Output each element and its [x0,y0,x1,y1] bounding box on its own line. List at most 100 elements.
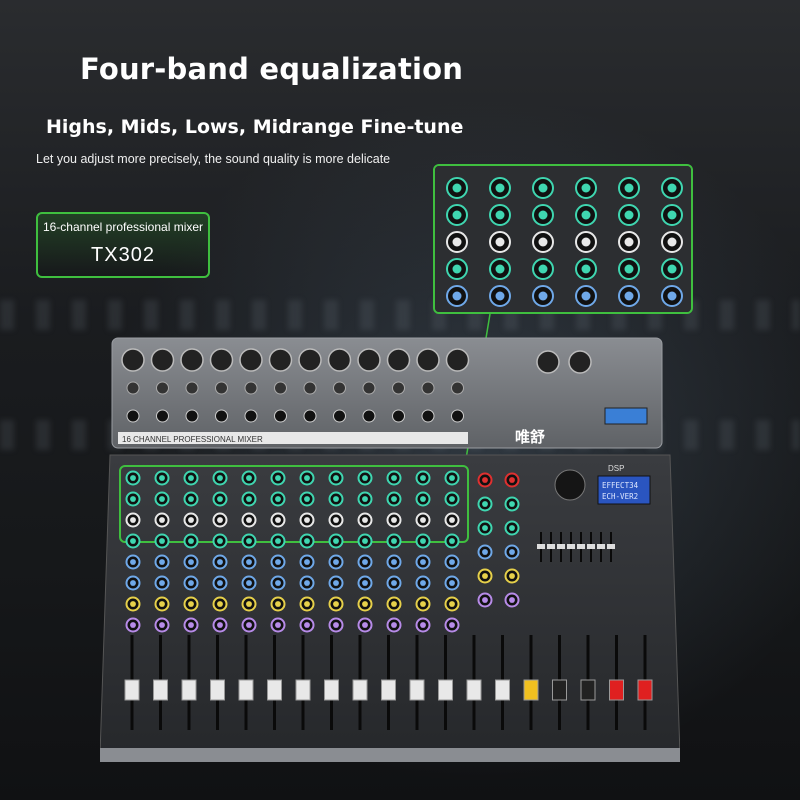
geq-cap [567,544,575,549]
channel-knob-cap [159,622,165,628]
channel-knob-cap [391,580,397,586]
channel-knob-cap [449,580,455,586]
display-line-2: ECH-VER2 [602,492,638,501]
xlr-jack [180,348,204,372]
line-jack [274,381,287,395]
channel-knob-cap [362,559,368,565]
geq-cap [587,544,595,549]
stereo-channel-knob-cap [509,549,515,555]
stereo-channel-knob-cap [509,525,515,531]
line-jack [362,381,376,395]
channel-knob-cap [391,601,397,607]
channel-knob-cap [304,559,310,565]
stereo-channel-knob-cap [509,573,515,579]
channel-knob-cap [391,475,397,481]
channel-knob-cap [420,559,426,565]
channel-knob-cap [362,580,368,586]
xlr-jack [357,348,381,372]
channel-knob-cap [362,538,368,544]
channel-knob-cap [420,580,426,586]
gain-knob [333,409,346,423]
fader-cap [295,679,311,701]
geq-cap [557,544,565,549]
geq-cap [537,544,545,549]
channel-knob-cap [217,517,223,523]
line-jack [185,381,199,395]
line-jack [126,381,140,395]
stereo-channel-knob-cap [482,597,488,603]
channel-knob-cap [362,496,368,502]
channel-knob-cap [217,622,223,628]
line-jack [421,381,435,395]
fader-cap [552,679,567,701]
fader-cap [124,679,140,701]
xlr-jack [416,348,440,372]
stereo-channel-knob-cap [482,573,488,579]
stereo-channel-knob-cap [482,477,488,483]
channel-knob-cap [391,517,397,523]
channel-knob-cap [246,622,252,628]
channel-knob-cap [159,580,165,586]
channel-knob-cap [159,496,165,502]
channel-knob-cap [188,538,194,544]
channel-knob-cap [246,538,252,544]
fader-cap [267,679,282,701]
channel-knob-cap [159,538,165,544]
channel-knob-cap [246,580,252,586]
channel-knob-cap [449,559,455,565]
channel-knob-cap [246,475,252,481]
channel-knob-cap [130,601,136,607]
channel-knob-cap [420,601,426,607]
channel-knob-cap [449,475,455,481]
xlr-jack [327,348,352,372]
channel-knob-cap [275,496,281,502]
channel-knob-cap [304,622,310,628]
xlr-jack [568,350,592,374]
xlr-jack [536,350,560,374]
gain-knob [185,409,199,423]
channel-knob-cap [333,601,339,607]
channel-knob-cap [130,559,136,565]
channel-knob-cap [449,622,455,628]
channel-knob-cap [188,622,194,628]
channel-knob-cap [159,559,165,565]
gain-knob [303,409,317,423]
fader-cap [495,679,510,701]
fader-cap [238,679,254,701]
channel-knob-cap [304,517,310,523]
channel-knob-cap [391,559,397,565]
fader-cap [580,679,596,701]
fader-cap [409,679,425,701]
line-jack [156,381,169,395]
channel-knob-cap [333,538,339,544]
xlr-jack [121,348,145,372]
channel-knob-cap [420,496,426,502]
channel-knob-cap [188,580,194,586]
geq-cap [547,544,555,549]
channel-knob-cap [362,622,368,628]
fader-cap [637,679,653,701]
channel-knob-cap [333,517,339,523]
channel-knob-cap [333,496,339,502]
channel-knob-cap [420,475,426,481]
fader-cap [352,679,368,701]
xlr-jack [209,348,234,372]
fader-cap [181,679,197,701]
channel-knob-cap [362,601,368,607]
fader-cap [381,679,396,701]
xlr-jack [150,348,175,372]
channel-knob-cap [275,517,281,523]
channel-knob-cap [159,475,165,481]
channel-knob-cap [246,496,252,502]
line-jack [244,381,258,395]
xlr-jack [239,348,263,372]
channel-knob-cap [130,475,136,481]
stereo-channel-knob-cap [509,501,515,507]
channel-knob-cap [333,622,339,628]
channel-knob-cap [275,559,281,565]
channel-knob-cap [391,622,397,628]
gain-knob [156,409,169,423]
channel-knob-cap [159,517,165,523]
channel-knob-cap [188,475,194,481]
geq-cap [597,544,605,549]
